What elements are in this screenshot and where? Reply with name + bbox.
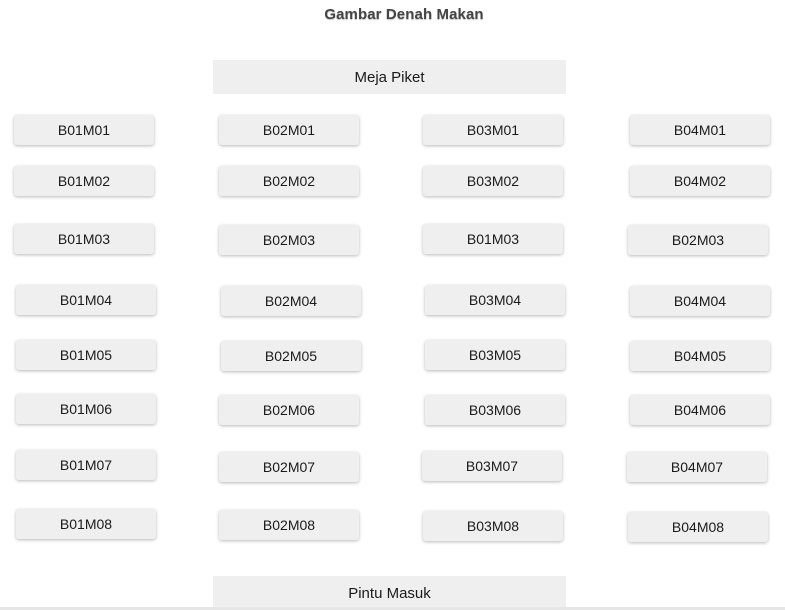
meja-piket-bar: Meja Piket [213,60,566,94]
table-b02m04[interactable]: B02M04 [221,286,361,316]
table-b01m02[interactable]: B01M02 [14,166,154,196]
table-b03m08[interactable]: B03M08 [423,511,563,541]
table-b02m05[interactable]: B02M05 [221,341,361,371]
table-b01m06[interactable]: B01M06 [16,394,156,424]
table-b04m05[interactable]: B04M05 [630,341,770,371]
table-b04m08[interactable]: B04M08 [628,512,768,542]
table-b01m04[interactable]: B01M04 [16,285,156,315]
table-b04m01[interactable]: B04M01 [630,115,770,145]
table-b03m06[interactable]: B03M06 [425,395,565,425]
table-b01m01[interactable]: B01M01 [14,115,154,145]
table-b02m03[interactable]: B02M03 [219,225,359,255]
table-b02m07[interactable]: B02M07 [219,452,359,482]
pintu-masuk-bar: Pintu Masuk [213,576,566,610]
table-b01m05[interactable]: B01M05 [16,340,156,370]
table-b03m05[interactable]: B03M05 [425,340,565,370]
table-b01m03-col3[interactable]: B01M03 [423,224,563,254]
table-b02m03-col4[interactable]: B02M03 [628,225,768,255]
table-b01m08[interactable]: B01M08 [16,509,156,539]
table-b01m03[interactable]: B01M03 [14,224,154,254]
table-b02m02[interactable]: B02M02 [219,166,359,196]
table-b03m07[interactable]: B03M07 [422,451,562,481]
table-b03m04[interactable]: B03M04 [425,285,565,315]
table-b03m02[interactable]: B03M02 [423,166,563,196]
table-b04m02[interactable]: B04M02 [630,166,770,196]
table-b02m06[interactable]: B02M06 [219,395,359,425]
table-b03m01[interactable]: B03M01 [423,115,563,145]
table-b02m08[interactable]: B02M08 [219,510,359,540]
table-b01m07[interactable]: B01M07 [16,450,156,480]
table-b02m01[interactable]: B02M01 [219,115,359,145]
table-b04m04[interactable]: B04M04 [630,286,770,316]
page-title: Gambar Denah Makan [324,6,484,23]
table-b04m06[interactable]: B04M06 [630,395,770,425]
table-b04m07[interactable]: B04M07 [627,452,767,482]
